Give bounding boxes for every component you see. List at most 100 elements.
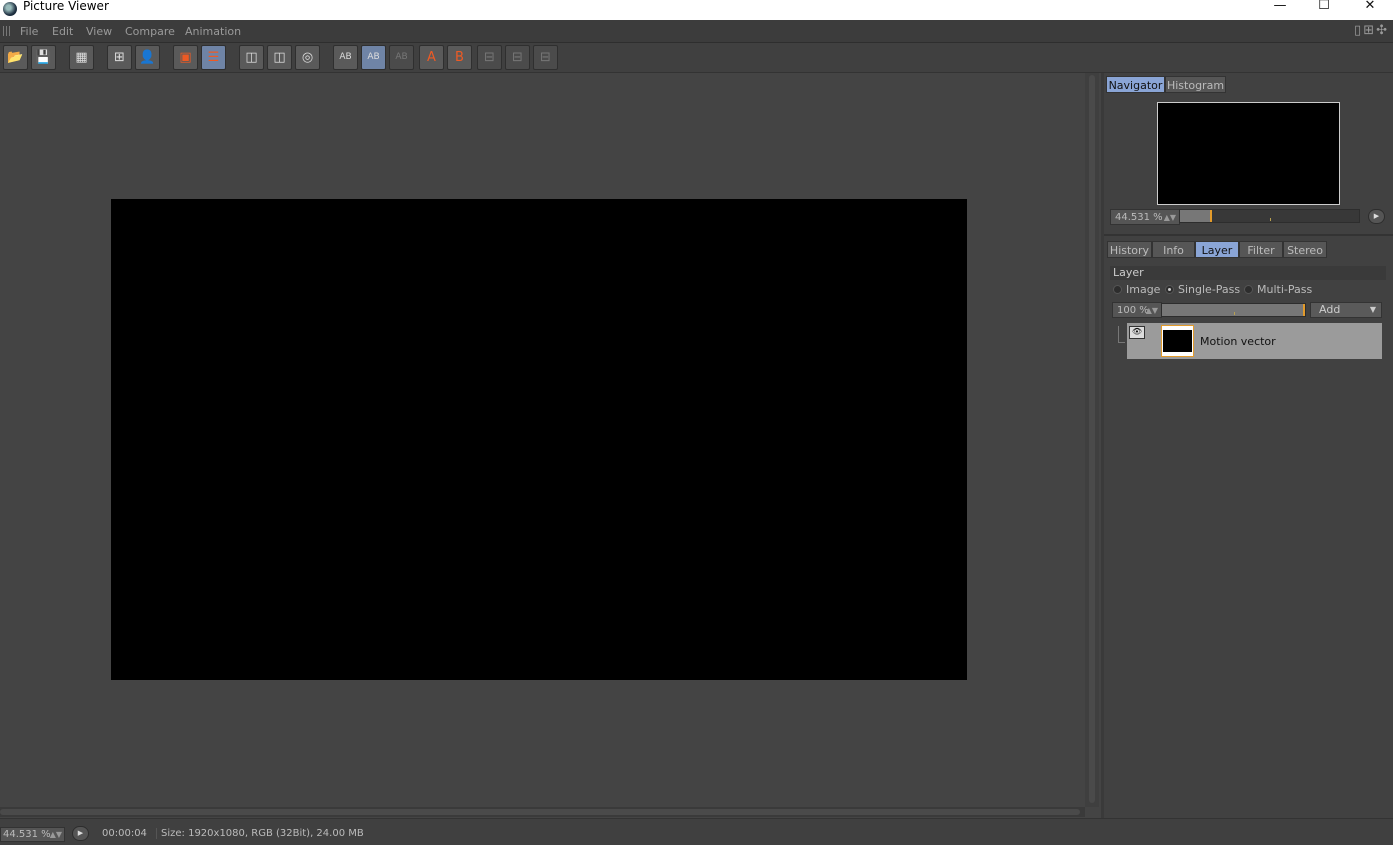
tab-history[interactable]: History [1107, 241, 1152, 258]
region-render-button[interactable]: ▦ [69, 45, 94, 70]
radio-label: Multi-Pass [1257, 283, 1313, 296]
close-button[interactable]: ✕ [1347, 0, 1393, 20]
ab-compare-icon: AB [339, 52, 352, 62]
render-grid-button[interactable]: ⊞ [107, 45, 132, 70]
tab-layer[interactable]: Layer [1195, 241, 1239, 258]
view-frame-1-icon: ◫ [245, 50, 258, 65]
stepper-icon[interactable]: ▲▼ [1146, 303, 1158, 319]
stepper-icon[interactable]: ▲▼ [50, 828, 62, 841]
ab-split-button[interactable]: AB [361, 45, 386, 70]
radio-single-pass[interactable]: Single-Pass [1165, 283, 1240, 296]
open-icon: 📂 [7, 50, 24, 65]
image-viewport[interactable] [0, 73, 1085, 807]
slider-knob[interactable] [1303, 304, 1305, 316]
view-frame-3-icon: ◎ [301, 50, 314, 65]
region-render-icon: ▦ [75, 50, 88, 65]
ab-split-icon: AB [367, 52, 380, 62]
panel-divider [1104, 234, 1393, 236]
ab-swap-button: AB [389, 45, 414, 70]
set-a-button[interactable]: A [419, 45, 444, 70]
horizontal-scrollbar[interactable] [0, 807, 1085, 817]
opacity-field[interactable]: 100 % ▲▼ [1112, 302, 1162, 318]
stop-render-button[interactable]: ▣ [173, 45, 198, 70]
stepper-icon[interactable]: ▲▼ [1164, 210, 1176, 226]
menu-view[interactable]: View [86, 25, 112, 38]
open-button[interactable]: 📂 [3, 45, 28, 70]
scroll-thumb[interactable] [0, 809, 1080, 815]
opacity-value: 100 % [1117, 305, 1149, 316]
toolbar: 📂 💾 ▦ ⊞ 👤 ▣ ☰ ◫ ◫ ◎ AB AB AB A B ⊟ ⊟ ⊟ [0, 43, 1393, 73]
play-icon[interactable]: ▶ [1368, 209, 1385, 224]
menu-animation[interactable]: Animation [185, 25, 241, 38]
thumbnail-image [1163, 330, 1192, 352]
add-layer-button[interactable]: Add ▼ [1310, 302, 1382, 318]
status-image-size: Size: 1920x1080, RGB (32Bit), 24.00 MB [156, 828, 364, 839]
chevron-down-icon: ▼ [1369, 305, 1376, 314]
compare-mode-1-button: ⊟ [477, 45, 502, 70]
tab-stereo[interactable]: Stereo [1283, 241, 1327, 258]
side-panel: Navigator Histogram 44.531 % ▲▼ ▶ History… [1104, 73, 1393, 818]
layer-section-header: Layer [1110, 266, 1386, 280]
play-icon[interactable]: ▶ [72, 826, 89, 841]
slider-fill [1180, 210, 1210, 222]
tab-navigator[interactable]: Navigator [1106, 76, 1165, 93]
navigator-zoom-slider[interactable] [1179, 209, 1360, 223]
maximize-button[interactable]: ☐ [1301, 0, 1347, 20]
status-zoom-value: 44.531 % [3, 829, 51, 840]
render-queue-button[interactable]: ☰ [201, 45, 226, 70]
radio-dot[interactable] [1165, 285, 1174, 294]
menu-grip-icon[interactable] [3, 26, 11, 36]
radio-image[interactable]: Image [1113, 283, 1160, 296]
compare-mode-2-button: ⊟ [505, 45, 530, 70]
radio-label: Single-Pass [1178, 283, 1241, 296]
view-frame-2-button[interactable]: ◫ [267, 45, 292, 70]
opacity-slider[interactable] [1161, 303, 1306, 317]
radio-dot[interactable] [1244, 285, 1253, 294]
navigator-zoom-value: 44.531 % [1115, 212, 1163, 223]
minimize-button[interactable]: — [1257, 0, 1303, 20]
menu-edit[interactable]: Edit [52, 25, 73, 38]
tab-filter[interactable]: Filter [1239, 241, 1283, 258]
set-b-button[interactable]: B [447, 45, 472, 70]
ab-swap-icon: AB [395, 52, 408, 62]
set-a-icon: A [427, 50, 436, 65]
layer-thumbnail [1161, 325, 1194, 357]
slider-tick [1234, 312, 1235, 315]
eye-icon[interactable]: 👁 [1129, 326, 1145, 339]
navigator-preview[interactable] [1157, 102, 1340, 205]
navigator-zoom-field[interactable]: 44.531 % ▲▼ [1110, 209, 1180, 225]
ab-compare-button[interactable]: AB [333, 45, 358, 70]
view-frame-1-button[interactable]: ◫ [239, 45, 264, 70]
render-queue-icon: ☰ [207, 50, 220, 65]
title-bar: Picture Viewer — ☐ ✕ [0, 0, 1393, 20]
view-frame-3-button[interactable]: ◎ [295, 45, 320, 70]
compare-mode-2-icon: ⊟ [512, 50, 523, 65]
save-button[interactable]: 💾 [31, 45, 56, 70]
tree-connector [1118, 326, 1125, 343]
slider-knob[interactable] [1210, 210, 1212, 222]
add-label: Add [1319, 303, 1341, 316]
app-icon [3, 2, 17, 16]
scroll-thumb[interactable] [1089, 75, 1095, 803]
status-timecode: 00:00:04 [102, 828, 147, 839]
save-icon: 💾 [35, 50, 52, 65]
compare-mode-1-icon: ⊟ [484, 50, 495, 65]
tab-histogram[interactable]: Histogram [1165, 76, 1226, 93]
render-person-button[interactable]: 👤 [135, 45, 160, 70]
radio-dot[interactable] [1113, 285, 1122, 294]
vertical-scrollbar[interactable] [1085, 73, 1099, 807]
radio-multi-pass[interactable]: Multi-Pass [1244, 283, 1312, 296]
compare-mode-3-icon: ⊟ [540, 50, 551, 65]
render-person-icon: 👤 [139, 50, 156, 65]
layer-name[interactable]: Motion vector [1200, 335, 1276, 348]
menu-compare[interactable]: Compare [125, 25, 175, 38]
layout-icons[interactable]: ▯⊞✣ [1354, 23, 1389, 38]
tab-info[interactable]: Info [1152, 241, 1195, 258]
menu-bar: File Edit View Compare Animation ▯⊞✣ [0, 20, 1393, 43]
rendered-image [111, 199, 967, 680]
radio-label: Image [1126, 283, 1161, 296]
stop-render-icon: ▣ [179, 50, 192, 65]
compare-mode-3-button: ⊟ [533, 45, 558, 70]
menu-file[interactable]: File [20, 25, 38, 38]
status-zoom-field[interactable]: 44.531 % ▲▼ [0, 827, 65, 842]
